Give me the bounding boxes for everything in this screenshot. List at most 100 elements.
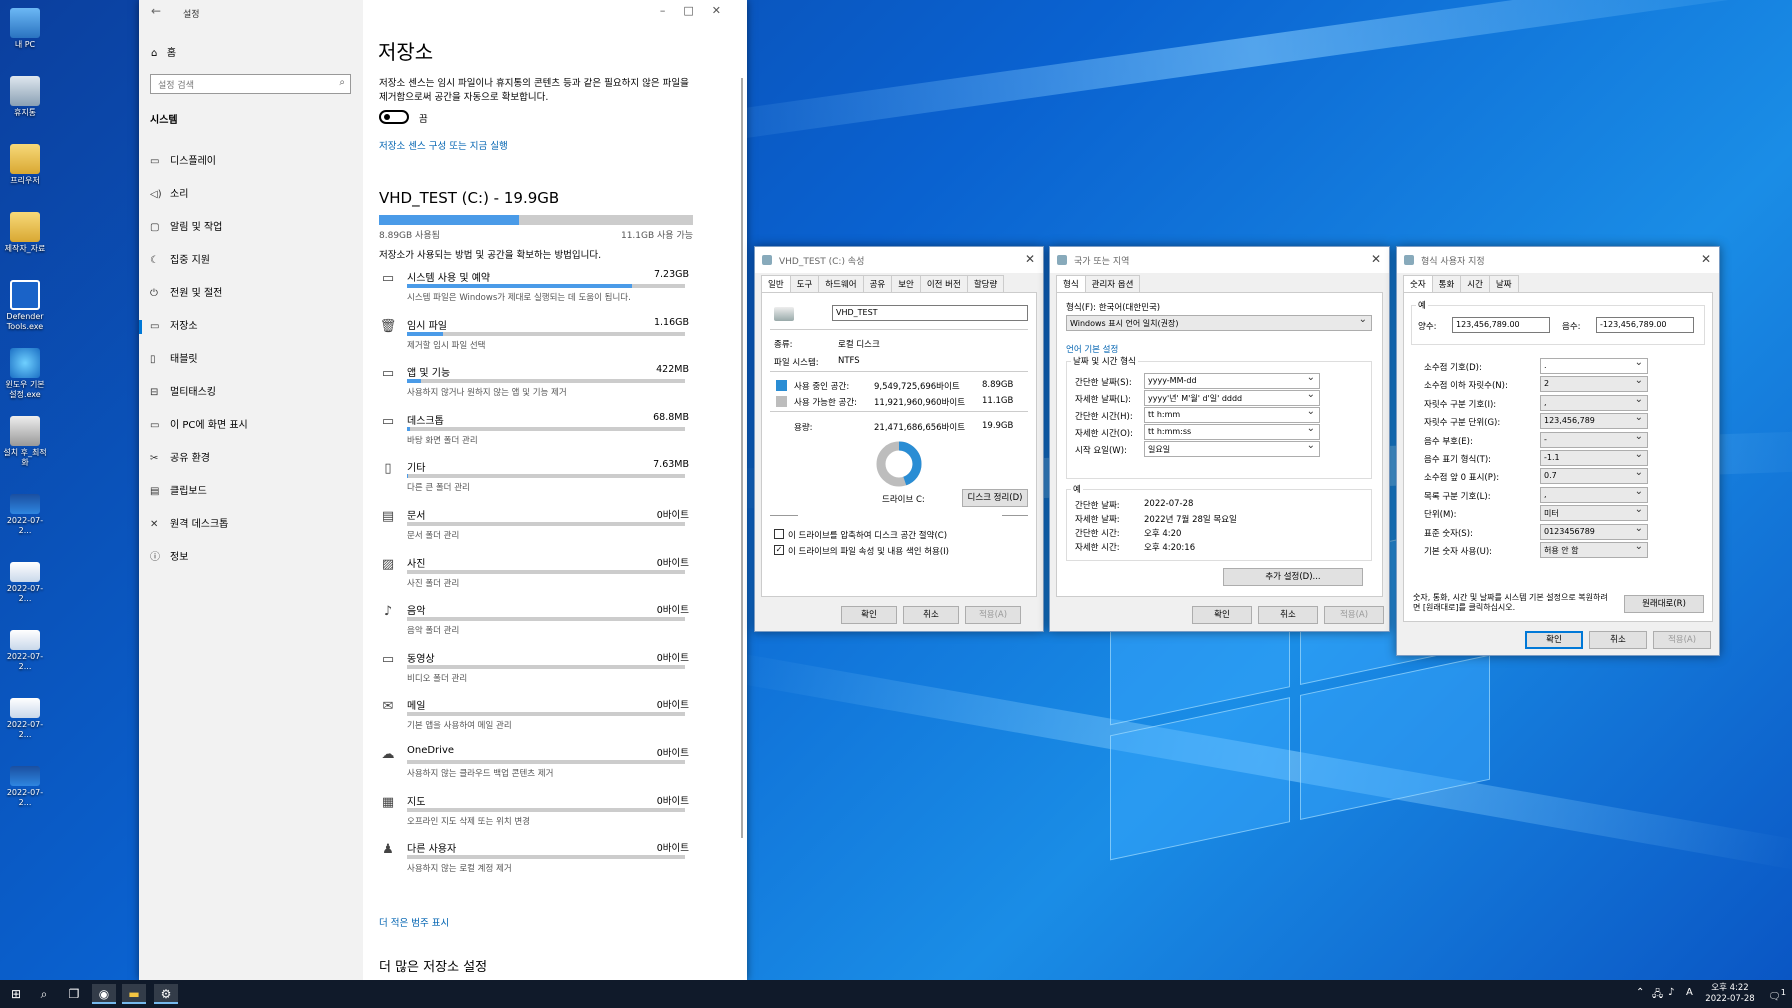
back-arrow-icon[interactable]: ← [151,4,161,18]
language-preferences-link[interactable]: 언어 기본 설정 [1066,343,1118,355]
additional-settings-button[interactable]: 추가 설정(D)... [1223,568,1363,586]
task-view-icon[interactable]: ❐ [62,984,86,1004]
number-format-select[interactable]: , [1540,486,1648,503]
desktop-icon-freeuser[interactable]: 프리우저 [2,144,48,186]
volume-icon[interactable]: ♪ [1668,987,1674,998]
desktop-icon-screenshot-4[interactable]: 2022-07-2... [2,698,48,740]
disk-cleanup-button[interactable]: 디스크 정리(D) [962,489,1028,507]
sidebar-item-notifications[interactable]: ▢ 알림 및 작업 [150,218,360,238]
number-format-select[interactable]: -1.1 [1540,450,1648,466]
sidebar-item-focus-assist[interactable]: ☾ 집중 지원 [150,251,360,271]
number-format-select[interactable]: . [1540,358,1648,374]
tab[interactable]: 일반 [761,275,791,293]
sidebar-item-shared-experiences[interactable]: ✂ 공유 환경 [150,449,360,469]
sidebar-item-clipboard[interactable]: ▤ 클립보드 [150,482,360,502]
storage-category[interactable]: ♟ 다른 사용자 0바이트 사용하지 않는 로컬 계정 제거 [379,840,697,888]
settings-search-input[interactable]: 설정 검색 ⌕ [150,74,351,94]
ok-button[interactable]: 확인 [1525,631,1583,649]
sidebar-item-multitasking[interactable]: ⊟ 멀티태스킹 [150,383,360,403]
desktop-icon-author-data[interactable]: 제작자_자료 [2,212,48,254]
number-format-select[interactable]: 0.7 [1540,468,1648,485]
browser-icon[interactable]: ◉ [92,984,116,1004]
search-icon[interactable]: ⌕ [32,984,56,1004]
desktop-icon-ie-settings[interactable]: 윈도우 기본 설정.exe [2,348,48,400]
format-row-select[interactable]: 일요일 [1144,441,1320,457]
tab[interactable]: 날짜 [1488,275,1519,293]
storage-category[interactable]: ▭ 데스크톱 68.8MB 바탕 화면 폴더 관리 [379,412,697,460]
scrollbar[interactable] [741,78,743,838]
apply-button[interactable]: 적용(A) [1653,631,1711,649]
sidebar-item-power[interactable]: ⏻ 전원 및 절전 [150,284,360,304]
apply-button[interactable]: 적용(A) [965,606,1021,624]
cancel-button[interactable]: 취소 [1258,606,1318,624]
desktop-icon-screenshot-1[interactable]: 2022-07-2... [2,494,48,536]
desktop-icon-screenshot-3[interactable]: 2022-07-2... [2,630,48,672]
tab[interactable]: 시간 [1460,275,1490,293]
desktop-icon-recycle-bin[interactable]: 휴지통 [2,76,48,118]
tab[interactable]: 하드웨어 [818,275,864,293]
storage-category[interactable]: 🗑 임시 파일 1.16GB 제거할 임시 파일 선택 [379,317,697,365]
storage-category[interactable]: ▨ 사진 0바이트 사진 폴더 관리 [379,555,697,603]
sidebar-item-projecting[interactable]: ▭ 이 PC에 화면 표시 [150,416,360,436]
tab[interactable]: 보안 [891,275,921,293]
tab[interactable]: 도구 [789,275,820,293]
desktop-icon-post-install[interactable]: 설치 후_최적화 [2,416,48,468]
number-format-select[interactable]: 미터 [1540,505,1648,522]
close-icon[interactable]: ✕ [1701,252,1711,266]
storage-sense-config-link[interactable]: 저장소 센스 구성 또는 지금 실행 [379,138,508,152]
start-windows-icon[interactable]: ⊞ [4,984,28,1004]
number-format-select[interactable]: - [1540,431,1648,448]
clock[interactable]: 오후 4:22 2022-07-28 [1700,983,1760,1005]
number-format-select[interactable]: 2 [1540,376,1648,393]
desktop-icon-defender-tools[interactable]: Defender Tools.exe [2,280,48,332]
ok-button[interactable]: 확인 [1192,606,1252,624]
sidebar-item-storage[interactable]: ▭ 저장소 [139,317,360,337]
storage-category[interactable]: ▭ 앱 및 기능 422MB 사용하지 않거나 원하지 않는 앱 및 기능 제거 [379,364,697,412]
index-checkbox[interactable]: ✓ [774,545,784,555]
cancel-button[interactable]: 취소 [903,606,959,624]
tab[interactable]: 할당량 [966,275,1005,293]
tab[interactable]: 형식 [1056,275,1086,293]
storage-category[interactable]: ▭ 동영상 0바이트 비디오 폴더 관리 [379,650,697,698]
storage-category[interactable]: ▤ 문서 0바이트 문서 폴더 관리 [379,507,697,555]
storage-category[interactable]: ♪ 음악 0바이트 음악 폴더 관리 [379,602,697,650]
desktop-icon-screenshot-2[interactable]: 2022-07-2... [2,562,48,604]
storage-category[interactable]: ▯ 기타 7.63MB 다른 큰 폴더 관리 [379,459,697,507]
network-icon[interactable]: 🖧 [1652,987,1663,1004]
tab[interactable]: 공유 [862,275,893,293]
close-icon[interactable]: ✕ [1025,252,1035,266]
format-select[interactable]: Windows 표시 언어 일치(권장) [1066,315,1372,331]
number-format-select[interactable]: , [1540,394,1648,411]
tab[interactable]: 통화 [1431,275,1462,293]
storage-category[interactable]: ▦ 지도 0바이트 오프라인 지도 삭제 또는 위치 변경 [379,793,697,841]
chevron-up-icon[interactable]: ⌃ [1636,987,1644,998]
file-explorer-icon[interactable]: ▬ [122,984,146,1004]
storage-sense-toggle[interactable] [379,110,409,124]
nav-home[interactable]: ⌂ 홈 [151,44,176,59]
tab[interactable]: 이전 버전 [919,275,968,293]
number-format-select[interactable]: 0123456789 [1540,523,1648,540]
tab[interactable]: 숫자 [1403,275,1433,293]
fewer-categories-link[interactable]: 더 적은 범주 표시 [379,915,449,929]
ok-button[interactable]: 확인 [841,606,897,624]
storage-category[interactable]: ☁ OneDrive 0바이트 사용하지 않는 클라우드 백업 콘텐츠 제거 [379,745,697,793]
desktop-icon-this-pc[interactable]: 내 PC [2,8,48,50]
reset-button[interactable]: 원래대로(R) [1624,595,1704,613]
sidebar-item-remote-desktop[interactable]: ✕ 원격 데스크톱 [150,515,360,535]
volume-name-field[interactable]: VHD_TEST [832,305,1028,321]
settings-gear-icon[interactable]: ⚙ [154,984,178,1004]
ime-indicator[interactable]: A [1686,987,1693,998]
sidebar-item-sound[interactable]: ◁) 소리 [150,185,360,205]
cancel-button[interactable]: 취소 [1589,631,1647,649]
format-row-select[interactable]: tt h:mm:ss [1144,424,1320,440]
tab[interactable]: 관리자 옵션 [1084,275,1141,293]
storage-category[interactable]: ▭ 시스템 사용 및 예약 7.23GB 시스템 파일은 Windows가 제대로 실… [379,269,697,317]
number-format-select[interactable]: 허용 안 함 [1540,542,1648,558]
compress-checkbox[interactable] [774,529,784,539]
format-row-select[interactable]: yyyy'년' M'월' d'일' dddd [1144,390,1320,406]
sidebar-item-tablet[interactable]: ▯ 태블릿 [150,350,360,370]
sidebar-item-display[interactable]: ▭ 디스플레이 [150,152,360,172]
sidebar-item-about[interactable]: ⓘ 정보 [150,548,360,568]
format-row-select[interactable]: tt h:mm [1144,407,1320,423]
window-controls[interactable]: –□✕ [660,4,739,17]
